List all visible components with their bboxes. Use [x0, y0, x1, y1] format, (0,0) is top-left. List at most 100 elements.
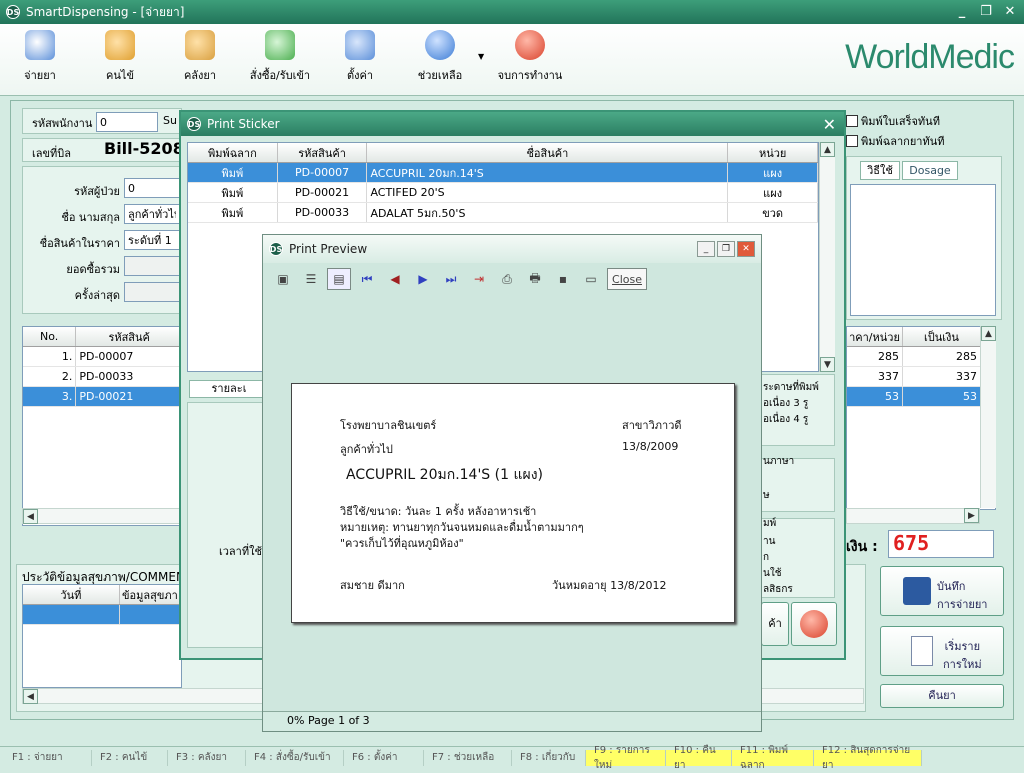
col-print-label[interactable]: พิมพ์ฉลาก: [188, 143, 278, 162]
return-drug-button[interactable]: คืนยา: [880, 684, 1004, 708]
sticker-row[interactable]: พิมพ์ PD-00033 ADALAT 5มก.50'S ขวด: [188, 203, 818, 223]
patient-id-input[interactable]: [124, 178, 180, 198]
print-option-2[interactable]: ก: [763, 550, 769, 565]
open-folder-icon[interactable]: ▭: [579, 268, 603, 290]
col-product-name[interactable]: ชื่อสินค้า: [367, 143, 729, 162]
printer-icon[interactable]: 🖶: [523, 268, 547, 290]
items-vscrollbar[interactable]: ▲: [980, 326, 996, 508]
last-page-icon[interactable]: ⏭: [439, 268, 463, 290]
close-button[interactable]: ✕: [1000, 2, 1020, 20]
sticker-exit-button[interactable]: [791, 602, 837, 646]
table-row[interactable]: 337 337: [847, 367, 995, 387]
fkey-f6[interactable]: F6 : ตั้งค่า: [344, 749, 424, 766]
col-health[interactable]: ข้อมูลสุขภา: [120, 585, 181, 604]
fkey-f10[interactable]: F10 : คืนยา: [666, 745, 732, 771]
print-option-3[interactable]: นใช้: [763, 566, 782, 581]
fkey-f1[interactable]: F1 : จ่ายยา: [4, 749, 92, 766]
multi-page-icon[interactable]: ☰: [299, 268, 323, 290]
col-code[interactable]: รหัสสินค้: [76, 327, 183, 346]
toolbar-dispense-button[interactable]: จ่ายยา: [4, 30, 76, 84]
items-hscrollbar-right[interactable]: [846, 508, 980, 524]
paper-option-4[interactable]: อเนื่อง 4 รู: [763, 412, 808, 427]
toolbar-patients-button[interactable]: คนไข้: [84, 30, 156, 84]
row-print[interactable]: พิมพ์: [188, 203, 278, 222]
tab-usage[interactable]: วิธีใช้: [860, 161, 900, 180]
label-storage: "ควรเก็บไว้ที่อุณหภูมิห้อง": [340, 537, 464, 550]
preview-close-text-button[interactable]: Close: [607, 268, 647, 290]
page-setup-icon[interactable]: ⎙: [495, 268, 519, 290]
col-price[interactable]: าคา/หน่วย: [847, 327, 903, 346]
product-button[interactable]: ค้า: [761, 602, 789, 646]
label-pharmacist: สมชาย ดีมาก: [340, 579, 405, 592]
fkey-f8[interactable]: F8 : เกี่ยวกับ: [512, 749, 586, 766]
page-width-icon[interactable]: ▤: [327, 268, 351, 290]
preview-maximize-button[interactable]: ❐: [717, 241, 735, 257]
print-preview-title: Print Preview: [289, 242, 368, 256]
history-row[interactable]: [23, 605, 181, 625]
toolbar-warehouse-button[interactable]: คลังยา: [164, 30, 236, 84]
row-print[interactable]: พิมพ์: [188, 163, 278, 182]
first-page-icon[interactable]: ⏮: [355, 268, 379, 290]
print-option-1[interactable]: าน: [763, 534, 775, 549]
fkey-f11[interactable]: F11 : พิมพ์ฉลาก: [732, 745, 814, 771]
fkey-f3[interactable]: F3 : คลังยา: [168, 749, 246, 766]
scroll-right-icon[interactable]: ▶: [964, 508, 979, 523]
power-icon: [515, 30, 545, 60]
language-option[interactable]: ษ: [763, 488, 770, 503]
col-no[interactable]: No.: [23, 327, 77, 346]
fkey-f12[interactable]: F12 : สินสุดการจ่ายยา: [814, 745, 922, 771]
checkbox-box[interactable]: [846, 115, 858, 127]
tab-dosage[interactable]: Dosage: [902, 161, 958, 180]
toolbar-exit-button[interactable]: จบการทำงาน: [494, 30, 566, 84]
print-option-4[interactable]: ลสิธกร: [763, 582, 793, 597]
table-row-selected[interactable]: 3. PD-00021: [23, 387, 183, 407]
scroll-down-icon[interactable]: ▼: [820, 357, 835, 372]
restore-button[interactable]: ❐: [976, 2, 996, 20]
sticker-row-selected[interactable]: พิมพ์ PD-00007 ACCUPRIL 20มก.14'S แผง: [188, 163, 818, 183]
goto-page-icon[interactable]: ⇥: [467, 268, 491, 290]
tab-detail[interactable]: รายละเ: [189, 380, 269, 398]
table-row[interactable]: 2. PD-00033: [23, 367, 183, 387]
col-unit[interactable]: หน่วย: [728, 143, 818, 162]
scroll-up-icon[interactable]: ▲: [820, 142, 835, 157]
toolbar-order-button[interactable]: สั่งซื้อ/รับเข้า: [244, 30, 316, 84]
scroll-left-icon[interactable]: ◀: [23, 689, 38, 704]
usage-textarea[interactable]: [850, 184, 996, 316]
price-level-select[interactable]: [124, 230, 180, 250]
prev-page-icon[interactable]: ◀: [383, 268, 407, 290]
patient-name-input[interactable]: [124, 204, 180, 224]
fkey-f7[interactable]: F7 : ช่วยเหลือ: [424, 749, 512, 766]
row-print[interactable]: พิมพ์: [188, 183, 278, 202]
employee-input[interactable]: [96, 112, 158, 132]
fkey-f4[interactable]: F4 : สั่งซื้อ/รับเข้า: [246, 749, 344, 766]
col-amount[interactable]: เป็นเงิน: [903, 327, 981, 346]
help-dropdown-icon[interactable]: ▼: [478, 52, 484, 61]
scroll-up-icon[interactable]: ▲: [981, 326, 996, 341]
sticker-close-icon[interactable]: ✕: [823, 115, 836, 134]
minimize-button[interactable]: _: [952, 2, 972, 20]
next-page-icon[interactable]: ▶: [411, 268, 435, 290]
sticker-vscrollbar[interactable]: ▲ ▼: [819, 142, 835, 372]
toolbar-settings-button[interactable]: ตั้งค่า: [324, 30, 396, 84]
items-hscrollbar[interactable]: ◀: [22, 508, 184, 524]
table-row[interactable]: 285 285: [847, 347, 995, 367]
print-receipt-checkbox[interactable]: พิมพ์ใบเสร็จทันที: [846, 112, 940, 130]
preview-minimize-button[interactable]: _: [697, 241, 715, 257]
table-row[interactable]: 1. PD-00007: [23, 347, 183, 367]
fkey-f2[interactable]: F2 : คนไข้: [92, 749, 168, 766]
col-product-code[interactable]: รหัสสินค้า: [278, 143, 368, 162]
preview-close-button[interactable]: ✕: [737, 241, 755, 257]
scroll-left-icon[interactable]: ◀: [23, 509, 38, 524]
checkbox-box[interactable]: [846, 135, 858, 147]
save-dispense-button[interactable]: บันทึก การจ่ายยา: [880, 566, 1004, 616]
fkey-f9[interactable]: F9 : รายการใหม่: [586, 745, 666, 771]
single-page-icon[interactable]: ▣: [271, 268, 295, 290]
paper-option-3[interactable]: อเนื่อง 3 รู: [763, 396, 808, 411]
table-row-selected[interactable]: 53 53: [847, 387, 995, 407]
print-label-checkbox[interactable]: พิมพ์ฉลากยาทันที: [846, 132, 944, 150]
new-transaction-button[interactable]: เริ่มราย การใหม่: [880, 626, 1004, 676]
sticker-row[interactable]: พิมพ์ PD-00021 ACTIFED 20'S แผง: [188, 183, 818, 203]
toolbar-help-button[interactable]: ช่วยเหลือ: [404, 30, 476, 84]
save-icon[interactable]: ▪: [551, 268, 575, 290]
col-date[interactable]: วันที่: [23, 585, 120, 604]
